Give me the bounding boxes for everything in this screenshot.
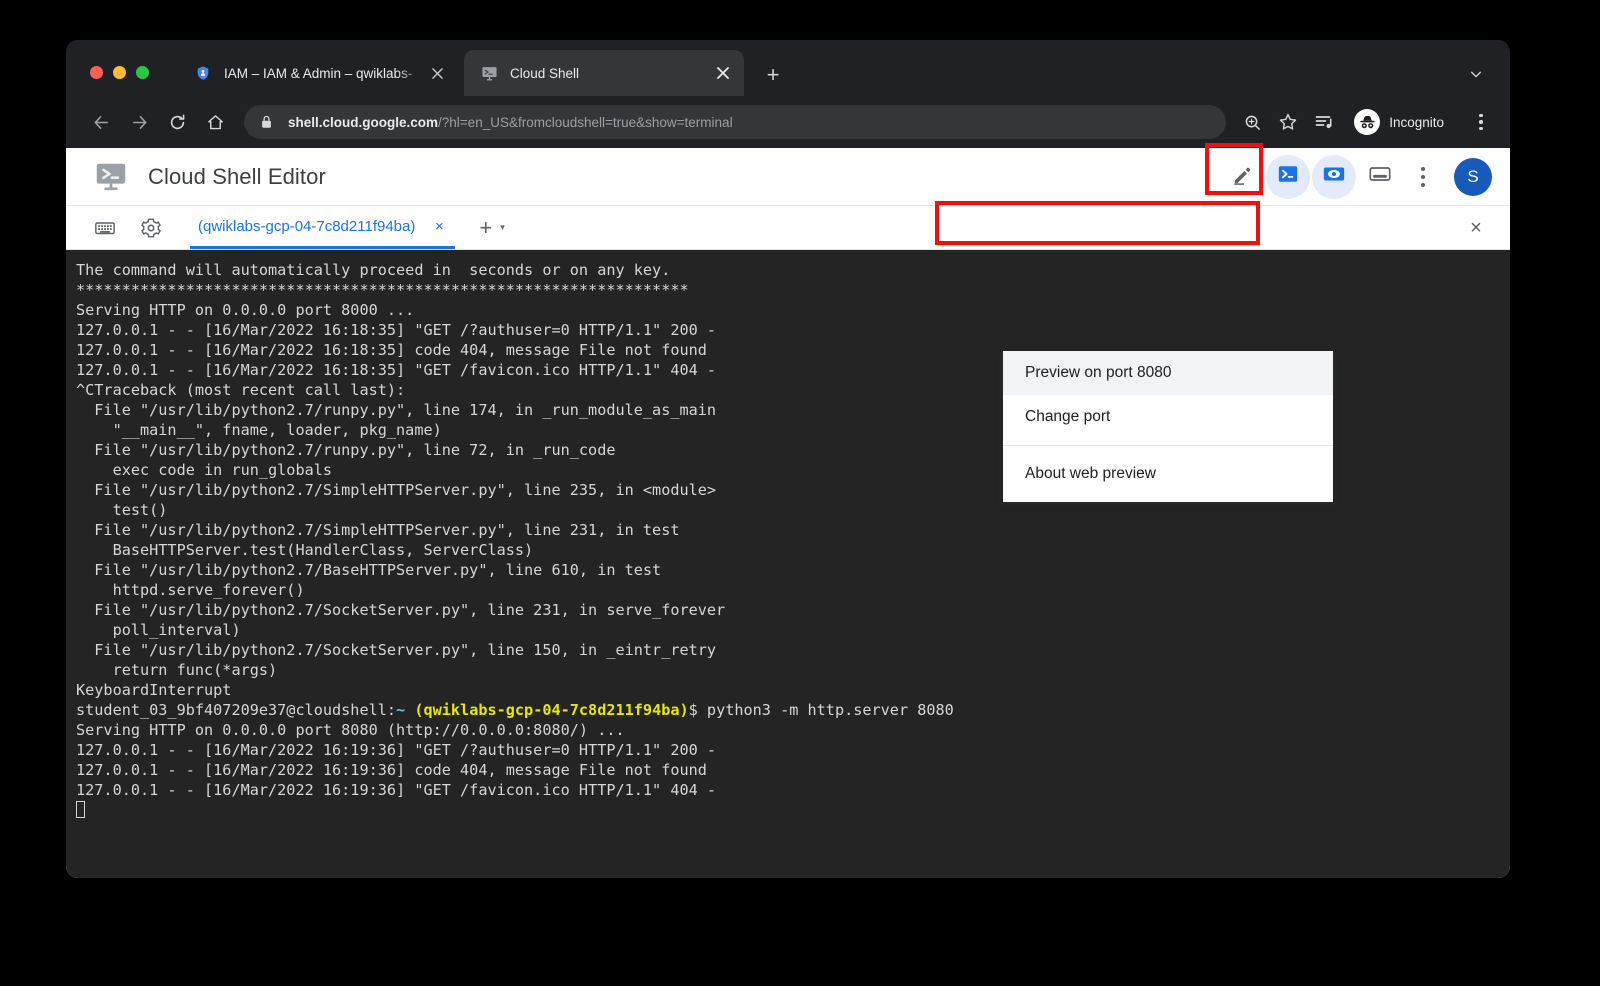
web-preview-button[interactable]	[1312, 155, 1356, 199]
terminal-line: BaseHTTPServer.test(HandlerClass, Server…	[76, 540, 1510, 560]
page-title: Cloud Shell Editor	[148, 164, 326, 190]
incognito-profile-button[interactable]: Incognito	[1350, 106, 1458, 138]
add-shell-tab-button[interactable]: + ▾	[479, 217, 504, 239]
minimize-window-button[interactable]	[113, 66, 126, 79]
terminal-line: File "/usr/lib/python2.7/BaseHTTPServer.…	[76, 560, 1510, 580]
terminal-line: 127.0.0.1 - - [16/Mar/2022 16:18:35] "GE…	[76, 320, 1510, 340]
avatar[interactable]: S	[1454, 158, 1492, 196]
new-tab-button[interactable]: +	[760, 62, 786, 88]
browser-tabstrip: IAM – IAM & Admin – qwiklabs- Cloud Shel…	[66, 40, 1510, 96]
browser-toolbar: shell.cloud.google.com/?hl=en_US&fromclo…	[66, 96, 1510, 148]
terminal-line: Serving HTTP on 0.0.0.0 port 8000 ...	[76, 300, 1510, 320]
close-icon[interactable]	[426, 62, 448, 84]
terminal-cursor	[76, 801, 85, 818]
url-text: shell.cloud.google.com/?hl=en_US&fromclo…	[288, 115, 733, 130]
url-path: /?hl=en_US&fromcloudshell=true&show=term…	[438, 115, 733, 130]
menu-item-about-web-preview[interactable]: About web preview	[1003, 452, 1333, 496]
minimize-panel-button[interactable]	[1358, 155, 1402, 199]
terminal-line: 127.0.0.1 - - [16/Mar/2022 16:19:36] cod…	[76, 760, 1510, 780]
terminal-line: The command will automatically proceed i…	[76, 260, 1510, 280]
terminal-line: File "/usr/lib/python2.7/SimpleHTTPServe…	[76, 520, 1510, 540]
terminal-line: File "/usr/lib/python2.7/SocketServer.py…	[76, 640, 1510, 660]
browser-tab-title: IAM – IAM & Admin – qwiklabs-	[224, 66, 426, 81]
terminal-line: KeyboardInterrupt	[76, 680, 1510, 700]
gear-icon[interactable]	[134, 211, 168, 245]
keyboard-icon[interactable]	[88, 211, 122, 245]
cloud-shell-app: Cloud Shell Editor	[66, 148, 1510, 878]
window-traffic-lights	[90, 66, 149, 79]
pencil-icon	[1231, 163, 1254, 191]
shell-session-tab[interactable]: (qwiklabs-gcp-04-7c8d211f94ba) ×	[190, 206, 455, 249]
terminal-line: test()	[76, 500, 1510, 520]
browser-tab-cloud-shell[interactable]: Cloud Shell	[464, 50, 744, 96]
cloud-shell-logo	[92, 158, 130, 196]
terminal-icon	[1277, 163, 1299, 190]
close-shell-panel-button[interactable]: ×	[1454, 206, 1498, 250]
browser-tab-iam[interactable]: IAM – IAM & Admin – qwiklabs-	[178, 50, 458, 96]
incognito-icon	[1354, 109, 1380, 135]
cloud-shell-icon	[480, 64, 498, 82]
open-terminal-button[interactable]	[1266, 155, 1310, 199]
browser-menu-button[interactable]	[1466, 106, 1496, 138]
close-icon[interactable]	[712, 62, 734, 84]
panel-icon	[1368, 162, 1392, 191]
bookmark-star-icon[interactable]	[1272, 106, 1304, 138]
shell-session-tab-label: (qwiklabs-gcp-04-7c8d211f94ba)	[198, 218, 415, 235]
close-icon[interactable]: ×	[429, 216, 449, 236]
open-editor-button[interactable]	[1220, 155, 1264, 199]
terminal-line: File "/usr/lib/python2.7/SocketServer.py…	[76, 600, 1510, 620]
chevron-down-icon: ▾	[500, 223, 505, 232]
browser-window: IAM – IAM & Admin – qwiklabs- Cloud Shel…	[66, 40, 1510, 878]
shield-icon	[194, 64, 212, 82]
menu-spacer-bottom	[1003, 496, 1333, 502]
app-header: Cloud Shell Editor	[66, 148, 1510, 206]
terminal-prompt-line: student_03_9bf407209e37@cloudshell:~ (qw…	[76, 700, 1510, 720]
search-icon[interactable]	[1236, 106, 1268, 138]
chevron-down-icon[interactable]	[1464, 62, 1488, 86]
reload-button[interactable]	[160, 105, 194, 139]
terminal-output[interactable]: The command will automatically proceed i…	[66, 250, 1510, 878]
forward-button[interactable]	[122, 105, 156, 139]
close-window-button[interactable]	[90, 66, 103, 79]
lock-icon	[260, 115, 276, 129]
terminal-line: return func(*args)	[76, 660, 1510, 680]
maximize-window-button[interactable]	[136, 66, 149, 79]
incognito-label: Incognito	[1389, 115, 1444, 130]
shell-tabbar: (qwiklabs-gcp-04-7c8d211f94ba) × + ▾ ×	[66, 206, 1510, 250]
plus-icon: +	[479, 217, 492, 239]
terminal-line: 127.0.0.1 - - [16/Mar/2022 16:19:36] "GE…	[76, 780, 1510, 800]
terminal-line: 127.0.0.1 - - [16/Mar/2022 16:19:36] "GE…	[76, 740, 1510, 760]
terminal-line: httpd.serve_forever()	[76, 580, 1510, 600]
address-bar[interactable]: shell.cloud.google.com/?hl=en_US&fromclo…	[244, 105, 1226, 139]
back-button[interactable]	[84, 105, 118, 139]
url-domain: shell.cloud.google.com	[288, 115, 438, 130]
terminal-line: Serving HTTP on 0.0.0.0 port 8080 (http:…	[76, 720, 1510, 740]
reading-list-icon[interactable]	[1308, 106, 1340, 138]
omnibox-actions: Incognito	[1236, 106, 1496, 138]
more-options-button[interactable]	[1406, 157, 1440, 197]
plus-icon: +	[767, 64, 780, 86]
menu-item-change-port[interactable]: Change port	[1003, 395, 1333, 439]
web-preview-menu: Preview on port 8080 Change port About w…	[1003, 351, 1333, 502]
terminal-line	[76, 800, 1510, 820]
terminal-line: ****************************************…	[76, 280, 1510, 300]
menu-item-preview-on-port[interactable]: Preview on port 8080	[1003, 351, 1333, 395]
home-button[interactable]	[198, 105, 232, 139]
terminal-line: poll_interval)	[76, 620, 1510, 640]
web-preview-icon	[1322, 162, 1346, 191]
browser-tab-title: Cloud Shell	[510, 66, 712, 81]
